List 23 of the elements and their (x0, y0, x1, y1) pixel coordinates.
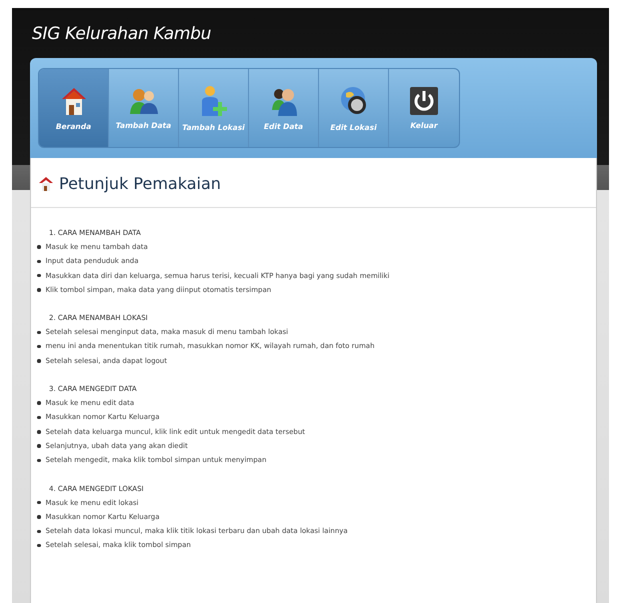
house-icon (60, 86, 86, 116)
power-icon (410, 86, 438, 114)
bullet-icon (37, 274, 40, 278)
bullet-icon (37, 515, 40, 519)
bullet-icon (37, 416, 40, 420)
bullet-icon (37, 344, 40, 348)
bullet-icon (37, 359, 40, 363)
bullet-icon (37, 444, 40, 448)
bullet-icon (37, 458, 40, 462)
bullet-icon (37, 245, 40, 249)
bullet-icon (37, 288, 40, 292)
bullet-icon (37, 401, 40, 405)
bullet-icon (37, 544, 40, 548)
bullet-icon (37, 530, 40, 534)
bullet-icon (37, 260, 40, 264)
bullet-icon (37, 500, 40, 504)
house-icon (39, 176, 53, 192)
page-title: Petunjuk Pemakaian (59, 174, 221, 193)
people-icon (128, 86, 158, 114)
globe-icon (340, 84, 368, 116)
bullet-icon (37, 430, 40, 434)
site-title: SIG Kelurahan Kambu (31, 23, 212, 46)
bullet-icon (37, 330, 40, 334)
